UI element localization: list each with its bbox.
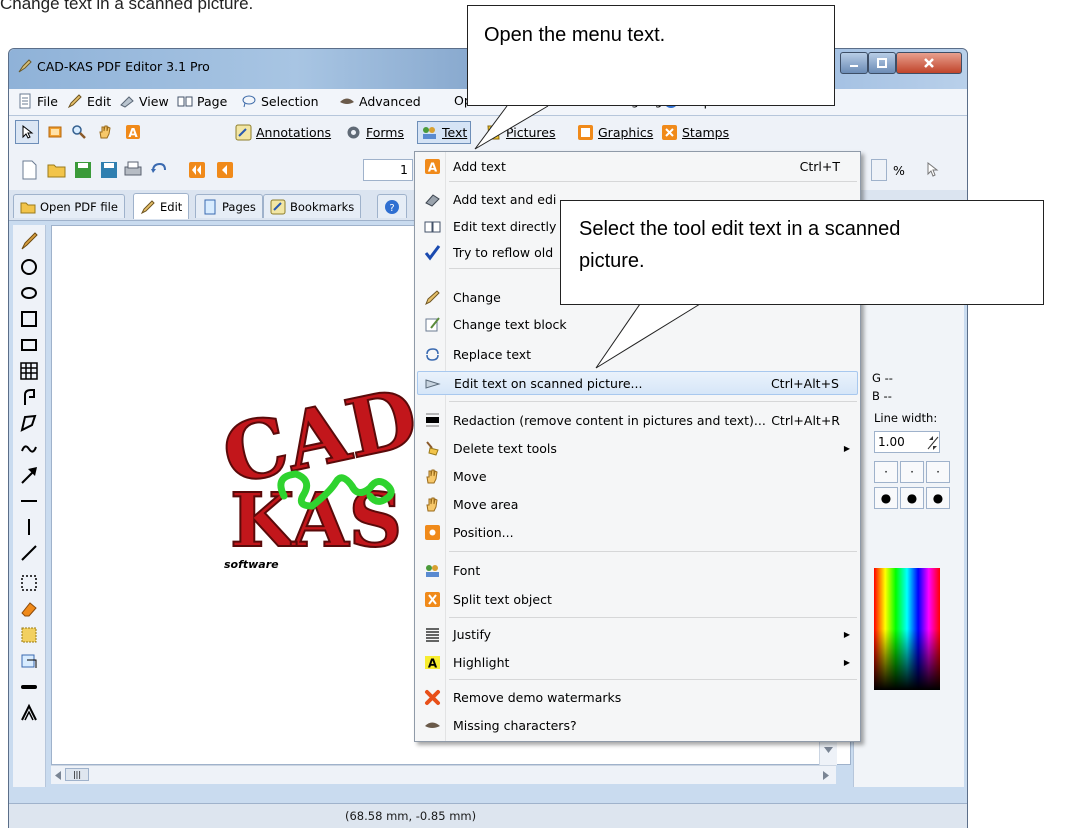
callout-pointers <box>474 105 701 369</box>
callout-open-menu: Open the menu text. <box>467 5 835 106</box>
callout-select-tool: Select the tool edit text in a scanned p… <box>560 200 1044 305</box>
callout-open-menu-text: Open the menu text. <box>484 24 666 46</box>
callout-select-tool-line-1: Select the tool edit text in a scanned <box>579 218 901 240</box>
callout-select-tool-line-2: picture. <box>579 250 645 272</box>
